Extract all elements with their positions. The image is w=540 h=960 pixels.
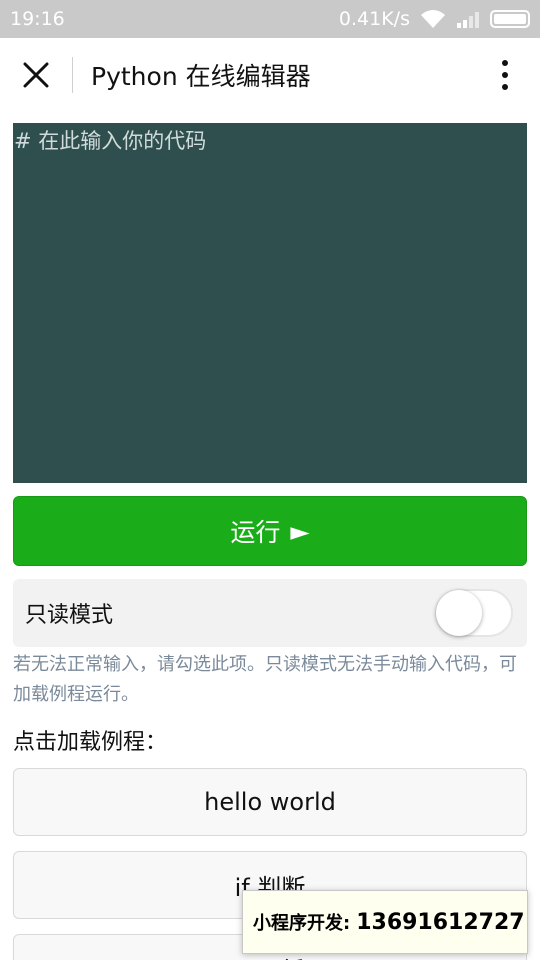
network-speed: 0.41K/s <box>338 8 410 30</box>
status-time: 19:16 <box>10 8 65 30</box>
nav-divider <box>72 57 73 93</box>
play-arrow-icon: ► <box>290 516 310 546</box>
readonly-label: 只读模式 <box>25 603 114 628</box>
close-icon <box>23 62 49 88</box>
promo-phone: 13691612727 <box>356 909 525 935</box>
status-right: 0.41K/s <box>339 8 530 30</box>
close-button[interactable] <box>0 38 72 112</box>
code-editor[interactable] <box>13 123 527 483</box>
nav-bar: Python 在线编辑器 <box>0 38 540 112</box>
run-button[interactable]: 运行 ► <box>13 496 527 566</box>
page-title: Python 在线编辑器 <box>91 62 311 91</box>
example-hello-world-button[interactable]: hello world <box>13 768 527 836</box>
readonly-switch[interactable] <box>435 589 513 637</box>
examples-title: 点击加载例程： <box>13 730 168 755</box>
more-vertical-icon <box>502 60 508 90</box>
promo-banner: 小程序开发: 13691612727 <box>242 890 528 954</box>
switch-knob <box>436 590 482 636</box>
run-button-label: 运行 <box>230 518 281 547</box>
promo-label: 小程序开发: <box>253 913 351 934</box>
signal-icon <box>457 12 479 28</box>
more-button[interactable] <box>470 38 540 112</box>
wifi-icon <box>421 10 445 28</box>
readonly-row: 只读模式 <box>13 579 527 647</box>
readonly-hint: 若无法正常输入，请勾选此项。只读模式无法手动输入代码，可加载例程运行。 <box>13 654 517 705</box>
status-bar: 19:16 0.41K/s <box>0 0 540 38</box>
battery-icon <box>490 10 530 28</box>
